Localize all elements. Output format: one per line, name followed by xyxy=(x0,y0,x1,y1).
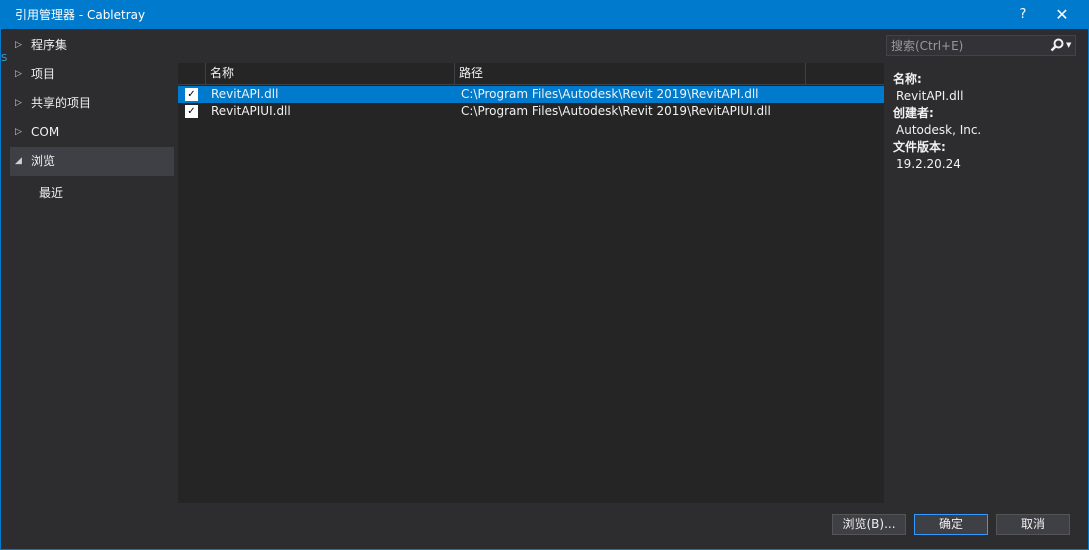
search-box: ▼ xyxy=(886,35,1076,56)
detail-creator-value: Autodesk, Inc. xyxy=(896,123,982,137)
checkbox-checked[interactable]: ✓ xyxy=(185,105,198,118)
column-header-name[interactable]: 名称 xyxy=(206,63,455,84)
help-button[interactable]: ? xyxy=(1013,5,1033,25)
column-header-check[interactable] xyxy=(178,63,206,84)
expand-arrow-icon: ▷ xyxy=(15,40,22,50)
sidebar-item-projects[interactable]: ▷ 项目 xyxy=(10,60,174,89)
sidebar-item-label: COM xyxy=(31,125,60,139)
checkbox-checked[interactable]: ✓ xyxy=(185,88,198,101)
ok-button[interactable]: 确定 xyxy=(914,514,988,535)
search-icon[interactable] xyxy=(1049,37,1065,54)
detail-version-value: 19.2.20.24 xyxy=(896,157,961,171)
browse-button[interactable]: 浏览(B)... xyxy=(832,514,906,535)
window-title: 引用管理器 - Cabletray xyxy=(15,8,146,22)
sidebar: ▷ 程序集 ▷ 项目 ▷ 共享的项目 ▷ COM ◢ 浏览 最近 xyxy=(10,31,174,506)
detail-creator-label: 创建者: xyxy=(893,106,934,120)
sidebar-item-label: 程序集 xyxy=(31,38,68,52)
sidebar-item-label: 浏览 xyxy=(31,154,56,168)
edge-mark: S xyxy=(1,53,8,64)
title-bar: 引用管理器 - Cabletray ? ✕ xyxy=(1,1,1088,29)
expand-arrow-icon: ▷ xyxy=(15,98,22,108)
expand-arrow-icon: ▷ xyxy=(15,127,22,137)
row-path: C:\Program Files\Autodesk\Revit 2019\Rev… xyxy=(461,87,759,101)
search-input[interactable] xyxy=(887,36,1049,55)
sidebar-item-shared-projects[interactable]: ▷ 共享的项目 xyxy=(10,89,174,118)
sidebar-item-assemblies[interactable]: ▷ 程序集 xyxy=(10,31,174,60)
expand-arrow-icon: ▷ xyxy=(15,69,22,79)
table-row[interactable]: ✓ RevitAPIUI.dll C:\Program Files\Autode… xyxy=(178,103,884,120)
search-options-dropdown-icon[interactable]: ▼ xyxy=(1066,37,1074,54)
table-row[interactable]: ✓ RevitAPI.dll C:\Program Files\Autodesk… xyxy=(178,86,884,103)
row-name: RevitAPI.dll xyxy=(211,87,279,101)
reference-manager-dialog: 引用管理器 - Cabletray ? ✕ S ▷ 程序集 ▷ 项目 ▷ 共享的… xyxy=(0,0,1089,550)
detail-name-value: RevitAPI.dll xyxy=(896,89,964,103)
column-header-path[interactable]: 路径 xyxy=(455,63,806,84)
collapse-arrow-icon: ◢ xyxy=(15,156,22,166)
close-button[interactable]: ✕ xyxy=(1051,5,1073,25)
sidebar-item-browse[interactable]: ◢ 浏览 xyxy=(10,147,174,176)
cancel-button[interactable]: 取消 xyxy=(996,514,1070,535)
sidebar-item-label: 项目 xyxy=(31,67,56,81)
sidebar-item-recent[interactable]: 最近 xyxy=(39,183,63,203)
row-path: C:\Program Files\Autodesk\Revit 2019\Rev… xyxy=(461,104,771,118)
row-name: RevitAPIUI.dll xyxy=(211,104,291,118)
detail-name-label: 名称: xyxy=(893,72,922,86)
detail-version-label: 文件版本: xyxy=(893,140,946,154)
sidebar-item-label: 共享的项目 xyxy=(31,96,92,110)
list-header: 名称 路径 xyxy=(178,63,884,85)
reference-list: 名称 路径 ✓ RevitAPI.dll C:\Program Files\Au… xyxy=(178,63,884,503)
sidebar-item-com[interactable]: ▷ COM xyxy=(10,118,174,147)
details-panel: 名称: RevitAPI.dll 创建者: Autodesk, Inc. 文件版… xyxy=(893,71,1083,173)
